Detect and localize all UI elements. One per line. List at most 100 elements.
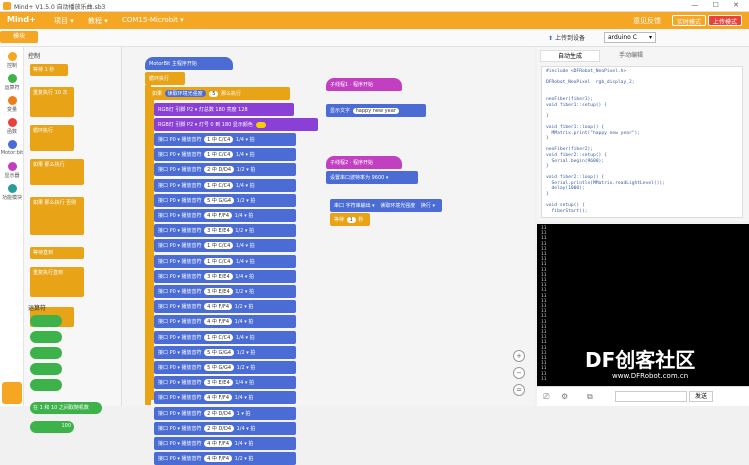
play-note-block[interactable]: 接口 P0 ▾ 播放音符 1 中 C/C4 1/4 ▾ 拍 (154, 330, 296, 344)
play-note-block[interactable]: 接口 P0 ▾ 播放音符 2 中 D/D4 1/2 ▾ 拍 (154, 163, 296, 177)
note-value[interactable]: 1 中 C/C4 (204, 242, 234, 250)
wrap-dropdown[interactable]: 换行 ▾ (421, 203, 435, 209)
feedback-link[interactable]: 意见反馈 (633, 16, 661, 26)
beat-dropdown[interactable]: 1/2 ▾ 拍 (235, 304, 254, 310)
note-value[interactable]: 2 中 D/D4 (204, 166, 235, 174)
beat-dropdown[interactable]: 1/2 ▾ 拍 (237, 198, 256, 204)
note-value[interactable]: 1 中 C/C4 (204, 333, 234, 341)
play-note-block[interactable]: 接口 P0 ▾ 播放音符 1 中 C/C4 1/4 ▾ 拍 (154, 133, 296, 146)
note-value[interactable]: 4 中 F/F4 (204, 303, 233, 311)
play-note-block[interactable]: 接口 P0 ▾ 播放音符 1 中 C/C4 1/4 ▾ 拍 (154, 239, 296, 253)
tab-auto-code[interactable]: 自动生成 (540, 50, 600, 62)
play-note-block[interactable]: 接口 P0 ▾ 播放音符 4 中 F/F4 1/4 ▾ 拍 (154, 209, 296, 222)
note-value[interactable]: 3 中 E/E4 (204, 288, 233, 295)
show-text-value[interactable]: happy new year (352, 108, 399, 114)
category-1[interactable]: 运算符 (0, 74, 24, 91)
tab-blocks[interactable]: 模块 (0, 31, 38, 43)
beat-dropdown[interactable]: 1/2 ▾ 拍 (237, 365, 256, 371)
serial-send-input[interactable] (615, 391, 687, 402)
read-light-reporter[interactable]: 读取环境光强度 (164, 90, 206, 97)
beat-dropdown[interactable]: 1/2 ▾ 拍 (235, 289, 254, 295)
play-note-block[interactable]: 接口 P0 ▾ 播放音符 3 中 E/E4 1/4 ▾ 拍 (154, 269, 296, 283)
beat-dropdown[interactable]: 1/2 ▾ 拍 (237, 350, 256, 356)
play-note-block[interactable]: 接口 P0 ▾ 播放音符 4 中 F/F4 1/2 ▾ 拍 (154, 300, 296, 314)
forever-loop-block[interactable]: 循环执行 (145, 72, 185, 85)
menu-device[interactable]: COM15-Microbit ▾ (122, 16, 184, 24)
beat-dropdown[interactable]: 1/4 ▾ 拍 (235, 380, 254, 386)
thread2-hat[interactable]: 子线程2 · 程序开始 (326, 156, 402, 169)
play-note-block[interactable]: 接口 P0 ▾ 播放音符 5 中 G/G4 1/2 ▾ 拍 (154, 361, 296, 374)
tab-manual-code[interactable]: 手动编辑 (604, 50, 658, 62)
menu-project[interactable]: 项目 ▾ (54, 16, 74, 26)
palette-block-wait[interactable]: 等待 1 秒 (30, 64, 68, 76)
serial-read-reporter[interactable]: 读取环境光强度 (377, 202, 419, 209)
serial-print-block[interactable]: 串口 字符串输出 ▾ 读取环境光强度 换行 ▾ (330, 199, 442, 212)
category-0[interactable]: 控制 (0, 52, 24, 69)
beat-dropdown[interactable]: 1/4 ▾ 拍 (235, 395, 254, 401)
note-value[interactable]: 5 中 G/G4 (204, 348, 235, 356)
zoom-reset-icon[interactable]: = (513, 384, 525, 396)
play-note-block[interactable]: 接口 P0 ▾ 播放音符 4 中 F/F4 1/2 ▾ 拍 (154, 452, 296, 465)
note-value[interactable]: 3 中 E/E4 (204, 379, 233, 387)
menu-tutorial[interactable]: 教程 ▾ (88, 16, 108, 26)
extension-button[interactable] (2, 382, 22, 404)
send-button[interactable]: 发送 (689, 391, 713, 402)
wait-block[interactable]: 等待 1 秒 (330, 213, 370, 226)
note-value[interactable]: 1 中 C/C4 (204, 257, 234, 265)
beat-dropdown[interactable]: 1/2 ▾ 拍 (235, 228, 254, 234)
beat-dropdown[interactable]: 1/2 ▾ 拍 (237, 167, 256, 173)
beat-dropdown[interactable]: 1/4 ▾ 拍 (236, 137, 255, 143)
note-value[interactable]: 4 中 F/F4 (204, 440, 233, 447)
beat-dropdown[interactable]: 1/4 ▾ 拍 (236, 243, 255, 249)
palette-block-forever[interactable]: 循环执行 (30, 125, 74, 151)
beat-dropdown[interactable]: 1/4 ▾ 拍 (236, 152, 255, 158)
note-value[interactable]: 4 中 F/F4 (204, 455, 233, 463)
beat-dropdown[interactable]: 1/4 ▾ 拍 (235, 213, 254, 219)
palette-block-repeat-until[interactable]: 重复执行直到 (30, 267, 84, 297)
play-note-block[interactable]: 接口 P0 ▾ 播放音符 4 中 F/F4 1/4 ▾ 拍 (154, 391, 296, 405)
note-value[interactable]: 1 中 C/C4 (204, 181, 234, 189)
beat-dropdown[interactable]: 1/4 ▾ 拍 (237, 426, 256, 432)
note-value[interactable]: 4 中 F/F4 (204, 318, 233, 326)
category-6[interactable]: 功能模块 (0, 184, 24, 201)
palette-op-mul[interactable] (30, 347, 62, 359)
baud-rate-block[interactable]: 设置串口波特率为 9600 ▾ (326, 171, 418, 184)
code-editor[interactable]: #include <DFRobot_NeoPixel.h> DFRobot_Neo… (541, 66, 743, 218)
palette-op-random[interactable]: 在 1 和 10 之间取随机数 (30, 402, 102, 414)
palette-op-mod[interactable] (30, 379, 62, 391)
zoom-in-icon[interactable]: + (513, 350, 525, 362)
palette-block-if[interactable]: 如果 那么执行 (30, 159, 84, 185)
play-note-block[interactable]: 接口 P0 ▾ 播放音符 2 中 D/D4 1/4 ▾ 拍 (154, 421, 296, 435)
note-value[interactable]: 1 中 C/C4 (204, 151, 234, 159)
palette-block-if-else[interactable]: 如果 那么执行 否则 (30, 197, 84, 235)
note-value[interactable]: 2 中 D/D4 (204, 409, 235, 417)
thread1-hat[interactable]: 子线程1 · 程序开始 (326, 78, 402, 91)
zoom-out-icon[interactable]: − (513, 367, 525, 379)
show-text-block[interactable]: 显示文字 happy new year (326, 104, 426, 117)
beat-dropdown[interactable]: 1/4 ▾ 拍 (235, 319, 254, 325)
rgb-init-block[interactable]: RGB灯 引脚 P2 ▾ 灯总数 180 亮度 128 (154, 103, 294, 116)
if-value[interactable]: 5 (209, 91, 219, 97)
clear-icon[interactable]: ⎚ (543, 392, 549, 402)
window-controls[interactable]: — ☐ ✕ (691, 1, 745, 9)
beat-dropdown[interactable]: 1/4 ▾ 拍 (236, 335, 255, 341)
play-note-block[interactable]: 接口 P0 ▾ 播放音符 5 中 G/G4 1/2 ▾ 拍 (154, 345, 296, 359)
note-value[interactable]: 1 中 C/C4 (204, 136, 234, 143)
note-value[interactable]: 2 中 D/D4 (204, 424, 235, 432)
palette-op-number[interactable]: 100 (30, 421, 74, 433)
palette-op-add[interactable] (30, 315, 62, 327)
settings-icon[interactable]: ⚙ (561, 392, 568, 401)
wait-value[interactable]: 1 (346, 217, 356, 223)
category-5[interactable]: 显示器 (0, 162, 24, 179)
motorbit-main-hat[interactable]: MotorBit 主程序开始 (145, 57, 233, 70)
palette-block-repeat[interactable]: 重复执行 10 次 (30, 87, 74, 117)
palette-block-wait-until[interactable]: 等待直到 (30, 247, 84, 259)
play-note-block[interactable]: 接口 P0 ▾ 播放音符 1 中 C/C4 1/4 ▾ 拍 (154, 178, 296, 192)
beat-dropdown[interactable]: 1/4 ▾ 拍 (235, 441, 254, 447)
play-note-block[interactable]: 接口 P0 ▾ 播放音符 3 中 E/E4 1/2 ▾ 拍 (154, 285, 296, 298)
upload-to-device-button[interactable]: ⬆ 上传到设备 (548, 33, 585, 42)
note-value[interactable]: 4 中 F/F4 (204, 212, 233, 219)
beat-dropdown[interactable]: 1/4 ▾ 拍 (236, 183, 255, 189)
beat-dropdown[interactable]: 1/4 ▾ 拍 (235, 274, 254, 280)
rgb-color-block[interactable]: RGB灯 引脚 P2 ▾ 灯号 0 到 180 显示颜色 (154, 118, 318, 131)
